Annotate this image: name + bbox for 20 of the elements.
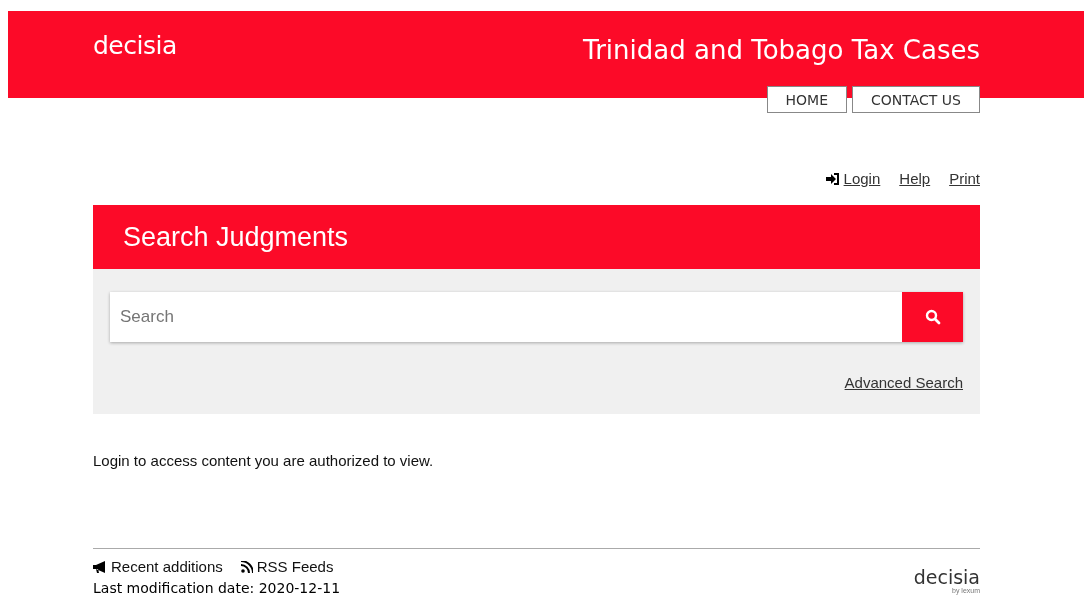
footer-link[interactable]: RSS Feeds [256, 558, 334, 575]
search-icon [924, 309, 941, 325]
sign-in-icon [825, 172, 840, 185]
search-button[interactable] [902, 292, 963, 342]
site-title: Trinidad and Tobago Tax Cases [583, 35, 980, 65]
site-logo[interactable]: decisia [93, 31, 177, 60]
nav-tab[interactable]: HOME [766, 86, 847, 113]
panel-title-bar: Search Judgments [93, 205, 980, 269]
user-link[interactable]: Help [899, 170, 931, 187]
notice-text: Login to access content you are authorized to view. [93, 452, 435, 469]
footer-logo[interactable]: decisia [913, 567, 980, 587]
nav-tab[interactable]: CONTACT US [852, 86, 980, 113]
footer-link[interactable]: Recent additions [111, 558, 223, 575]
modification-date: Last modification date: 2020-12-11 [93, 580, 341, 596]
megaphone-icon [93, 560, 107, 573]
user-link[interactable]: Login [843, 170, 881, 187]
rss-icon [240, 560, 253, 573]
advanced-search-link[interactable]: Advanced Search [844, 374, 963, 391]
user-link[interactable]: Print [949, 170, 980, 187]
search-field[interactable]: Search [110, 292, 902, 342]
